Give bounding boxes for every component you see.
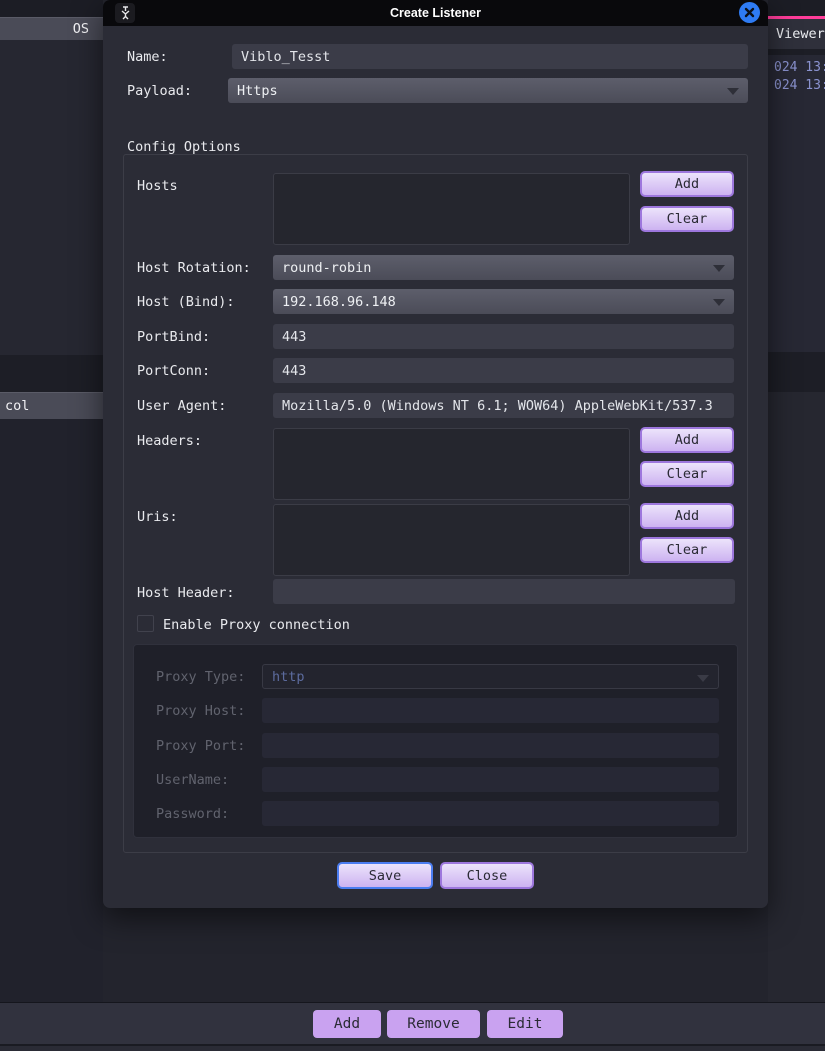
proxy-port-input xyxy=(262,733,719,758)
port-bind-input[interactable] xyxy=(273,324,734,349)
host-header-input[interactable] xyxy=(273,579,735,604)
tab-viewer[interactable]: Viewer xyxy=(768,19,825,49)
hosts-list[interactable] xyxy=(273,173,630,245)
uris-list[interactable] xyxy=(273,504,630,576)
port-conn-label: PortConn: xyxy=(137,363,211,379)
background-panel xyxy=(768,0,825,16)
host-rotation-dropdown[interactable]: round-robin xyxy=(273,255,734,280)
headers-list[interactable] xyxy=(273,428,630,500)
chevron-down-icon xyxy=(727,88,739,95)
background-panel xyxy=(768,352,825,392)
proxy-host-input xyxy=(262,698,719,723)
hosts-add-button[interactable]: Add xyxy=(640,171,734,197)
dialog-title: Create Listener xyxy=(389,6,481,20)
table-header-os[interactable]: OS xyxy=(0,17,103,40)
proxy-password-label: Password: xyxy=(156,806,230,822)
config-options-title: Config Options xyxy=(127,139,241,155)
dialog-titlebar[interactable]: Create Listener xyxy=(103,0,768,26)
host-bind-value: 192.168.96.148 xyxy=(282,293,396,310)
host-bind-label: Host (Bind): xyxy=(137,294,235,310)
uris-clear-button[interactable]: Clear xyxy=(640,537,734,563)
port-bind-label: PortBind: xyxy=(137,329,211,345)
enable-proxy-label: Enable Proxy connection xyxy=(163,617,350,633)
background-panel xyxy=(0,419,103,1002)
host-bind-dropdown[interactable]: 192.168.96.148 xyxy=(273,289,734,314)
tab-viewer-label: Viewer xyxy=(776,26,825,42)
log-line: 024 13: xyxy=(774,78,825,93)
headers-clear-button[interactable]: Clear xyxy=(640,461,734,487)
proxy-port-label: Proxy Port: xyxy=(156,738,246,754)
toolbar-remove-button[interactable]: Remove xyxy=(387,1010,480,1038)
proxy-settings-panel: Proxy Type: http Proxy Host: Proxy Port:… xyxy=(133,644,738,838)
payload-dropdown[interactable]: Https xyxy=(228,78,748,103)
proxy-type-value: http xyxy=(272,668,305,685)
headers-add-button[interactable]: Add xyxy=(640,427,734,453)
uris-add-button[interactable]: Add xyxy=(640,503,734,529)
table-header-col[interactable]: col xyxy=(0,392,103,419)
close-icon[interactable] xyxy=(739,2,760,23)
host-header-label: Host Header: xyxy=(137,585,235,601)
host-rotation-label: Host Rotation: xyxy=(137,260,251,276)
user-agent-label: User Agent: xyxy=(137,398,227,414)
background-panel xyxy=(0,355,103,392)
toolbar-edit-button[interactable]: Edit xyxy=(487,1010,563,1038)
hosts-label: Hosts xyxy=(137,178,178,194)
close-button[interactable]: Close xyxy=(440,862,534,889)
background-panel xyxy=(0,0,103,17)
proxy-type-dropdown: http xyxy=(262,664,719,689)
name-label: Name: xyxy=(127,49,168,65)
desktop: OS col Viewer 024 13: 024 13: Add Remove… xyxy=(0,0,825,1051)
name-input[interactable] xyxy=(232,44,748,69)
enable-proxy-checkbox[interactable] xyxy=(137,615,154,632)
hosts-clear-button[interactable]: Clear xyxy=(640,206,734,232)
save-button[interactable]: Save xyxy=(337,862,433,889)
headers-label: Headers: xyxy=(137,433,203,449)
background-panel xyxy=(0,40,103,355)
uris-label: Uris: xyxy=(137,509,178,525)
payload-value: Https xyxy=(237,82,278,99)
proxy-type-label: Proxy Type: xyxy=(156,669,246,685)
user-agent-input[interactable] xyxy=(273,393,734,418)
background-panel xyxy=(768,392,825,1002)
create-listener-dialog: Create Listener Name: Payload: Https Con… xyxy=(103,0,768,908)
host-rotation-value: round-robin xyxy=(282,259,372,276)
chevron-down-icon xyxy=(713,265,725,272)
chevron-down-icon xyxy=(713,299,725,306)
log-line: 024 13: xyxy=(774,60,825,75)
log-panel: 024 13: 024 13: xyxy=(768,55,825,352)
chevron-down-icon xyxy=(697,675,709,682)
toolbar-add-button[interactable]: Add xyxy=(313,1010,381,1038)
background-panel xyxy=(0,1046,825,1051)
port-conn-input[interactable] xyxy=(273,358,734,383)
payload-label: Payload: xyxy=(127,83,193,99)
proxy-host-label: Proxy Host: xyxy=(156,703,246,719)
table-header-col-label: col xyxy=(5,398,30,414)
proxy-username-input xyxy=(262,767,719,792)
proxy-password-input xyxy=(262,801,719,826)
proxy-username-label: UserName: xyxy=(156,772,230,788)
table-header-os-label: OS xyxy=(72,21,89,37)
